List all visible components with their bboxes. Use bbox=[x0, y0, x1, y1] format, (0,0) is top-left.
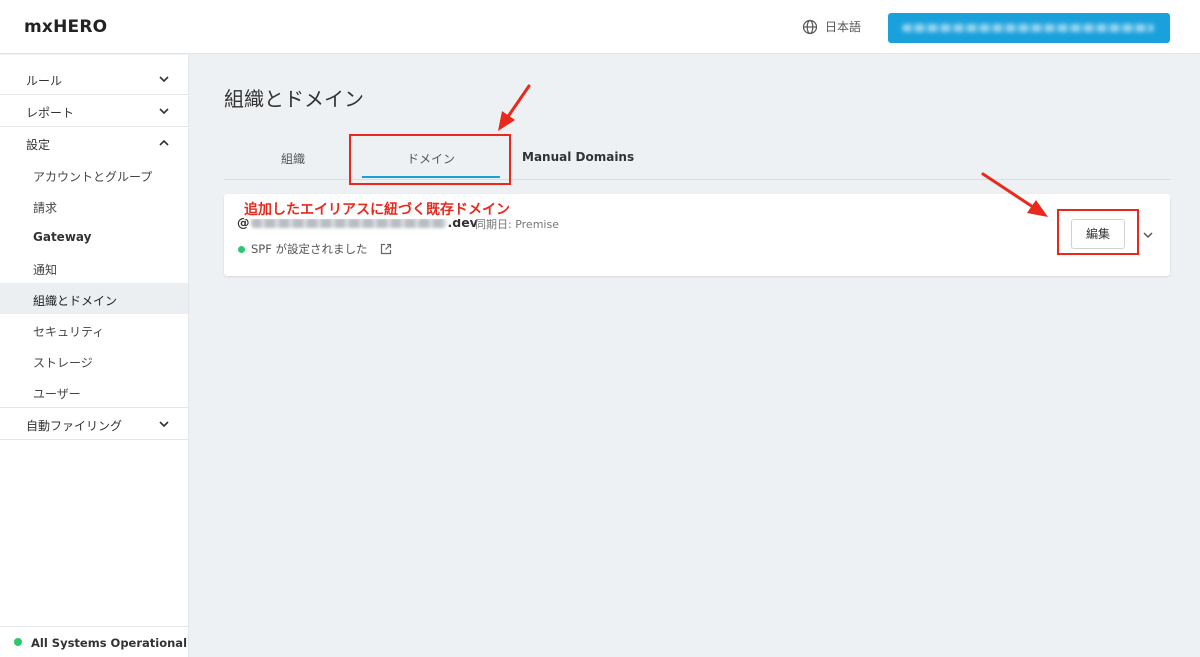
annotation-highlight-edit-button bbox=[1057, 209, 1139, 255]
page-title: 組織とドメイン bbox=[224, 87, 364, 111]
account-menu-button[interactable] bbox=[888, 13, 1170, 43]
language-selector[interactable]: 日本語 bbox=[802, 18, 861, 35]
system-status[interactable]: All Systems Operational bbox=[0, 626, 189, 657]
status-dot bbox=[14, 638, 22, 646]
sidebar-item-security[interactable]: セキュリティ bbox=[0, 314, 188, 345]
sidebar-item-storage[interactable]: ストレージ bbox=[0, 345, 188, 376]
status-text: All Systems Operational bbox=[31, 636, 188, 650]
spf-status-text: SPF が設定されました bbox=[251, 242, 368, 256]
sidebar-item-label: ストレージ bbox=[33, 356, 93, 370]
sidebar-item-label: 請求 bbox=[33, 201, 58, 215]
sidebar-item-label: ユーザー bbox=[33, 387, 81, 401]
globe-icon bbox=[802, 19, 818, 34]
sidebar-item-gateway[interactable]: Gateway bbox=[0, 221, 188, 252]
tab-organization[interactable]: 組織 bbox=[281, 150, 305, 167]
sidebar-item-label: アカウントとグループ bbox=[33, 170, 153, 184]
sidebar-item-billing[interactable]: 請求 bbox=[0, 190, 188, 221]
sidebar-item-label: 組織とドメイン bbox=[33, 294, 118, 308]
sidebar-section-label: 自動ファイリング bbox=[26, 419, 123, 433]
chevron-down-icon bbox=[159, 108, 169, 115]
status-dot bbox=[238, 245, 245, 253]
sidebar: ルール レポート 設定 アカウントとグループ 請求 Gateway 通知 組織と… bbox=[0, 55, 189, 657]
redacted-account-name bbox=[902, 24, 1154, 32]
app-logo[interactable]: mxHERO bbox=[24, 17, 107, 37]
redacted-domain bbox=[250, 217, 447, 228]
spf-status: SPF が設定されました bbox=[238, 241, 392, 257]
sidebar-item-label: セキュリティ bbox=[33, 325, 105, 339]
sidebar-item-label: Gateway bbox=[33, 230, 92, 244]
sidebar-section-label: ルール bbox=[26, 74, 63, 88]
tab-manual-domains[interactable]: Manual Domains bbox=[522, 150, 634, 164]
chevron-down-icon bbox=[159, 421, 169, 428]
sidebar-item-label: 通知 bbox=[33, 263, 58, 277]
sidebar-section-rules[interactable]: ルール bbox=[0, 63, 188, 95]
language-label: 日本語 bbox=[825, 20, 862, 34]
sidebar-section-settings[interactable]: 設定 bbox=[0, 127, 188, 159]
annotation-label: 追加したエイリアスに紐づく既存ドメイン bbox=[244, 199, 510, 219]
sidebar-section-auto-filing[interactable]: 自動ファイリング bbox=[0, 408, 188, 440]
external-link-icon[interactable] bbox=[380, 243, 392, 255]
sidebar-item-notifications[interactable]: 通知 bbox=[0, 252, 188, 283]
sidebar-item-org-domains[interactable]: 組織とドメイン bbox=[0, 283, 188, 314]
sidebar-section-reports[interactable]: レポート bbox=[0, 95, 188, 127]
chevron-down-icon[interactable] bbox=[1142, 229, 1154, 241]
sidebar-item-accounts-groups[interactable]: アカウントとグループ bbox=[0, 159, 188, 190]
chevron-up-icon bbox=[159, 139, 169, 146]
sidebar-section-label: 設定 bbox=[26, 138, 51, 152]
annotation-highlight-domains-tab bbox=[349, 134, 511, 185]
top-bar: mxHERO 日本語 bbox=[0, 0, 1200, 54]
annotation-arrow-tab bbox=[498, 84, 531, 131]
sidebar-section-label: レポート bbox=[26, 106, 75, 120]
sidebar-item-users[interactable]: ユーザー bbox=[0, 376, 188, 407]
chevron-down-icon bbox=[159, 76, 169, 83]
